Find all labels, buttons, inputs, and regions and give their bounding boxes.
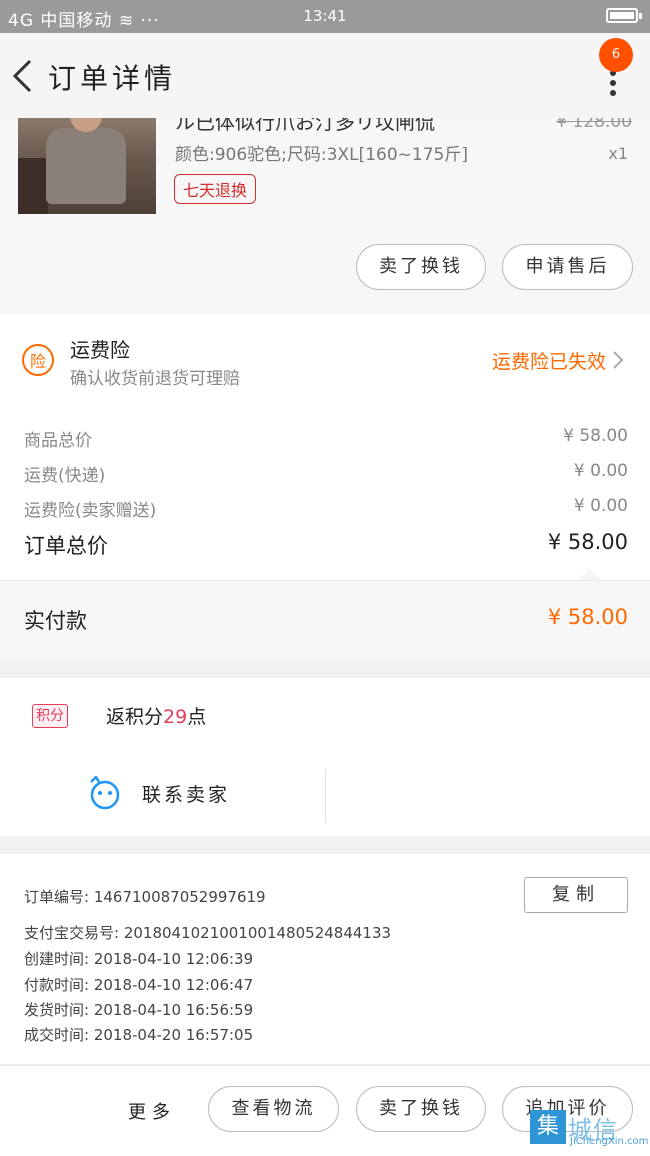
resell-button-bottom[interactable]: 卖了换钱 (356, 1086, 486, 1132)
order-total-value: ¥ 58.00 (547, 530, 628, 554)
chat-smile-icon (90, 776, 120, 810)
page-title: 订单详情 (48, 62, 177, 95)
points-section: 积分 返积分29点 联系卖家 (0, 678, 650, 836)
status-time: 13:41 (303, 7, 347, 25)
points-badge: 积分 (32, 704, 68, 728)
original-price: ¥ 128.00 (556, 118, 632, 132)
points-number: 29 (163, 706, 188, 728)
watermark-mark: 集 (530, 1110, 566, 1144)
created-time: 创建时间: 2018-04-10 12:06:39 (24, 950, 254, 968)
bottom-action-bar: 更多 查看物流 卖了换钱 追加评价 集 城信 JiChengXin.com (0, 1065, 650, 1156)
paid-time: 付款时间: 2018-04-10 12:06:47 (24, 976, 254, 994)
insurance-fee-label: 运费险(卖家赠送) (24, 501, 157, 521)
shipping-value: ¥ 0.00 (573, 461, 628, 481)
order-total-row: 订单总价 ¥ 58.00 (24, 530, 628, 560)
goods-total-row: 商品总价 ¥ 58.00 (24, 426, 628, 451)
status-bar: 4G 中国移动 ≋ ··· 13:41 (0, 0, 650, 33)
insurance-status[interactable]: 运费险已失效 (492, 347, 606, 374)
price-section: 险 运费险 确认收货前退货可理赔 运费险已失效 商品总价 ¥ 58.00 运费(… (0, 314, 650, 580)
product-spec: 颜色:906驼色;尺码:3XL[160~175斤] (175, 145, 468, 165)
paid-value: ¥ 58.00 (547, 605, 628, 629)
order-number: 订单编号: 146710087052997619 (24, 888, 266, 906)
completed-time: 成交时间: 2018-04-20 16:57:05 (24, 1026, 254, 1044)
product-card[interactable]: ル已体似行爪お汀多リ坟闸侃 颜色:906驼色;尺码:3XL[160~175斤] … (0, 118, 650, 314)
points-suffix: 点 (187, 706, 207, 728)
resell-button[interactable]: 卖了换钱 (356, 244, 486, 290)
goods-total-value: ¥ 58.00 (563, 426, 628, 446)
points-text: 返积分29点 (106, 702, 206, 729)
battery-icon (606, 8, 642, 23)
contact-divider (325, 770, 326, 822)
alipay-trade-number: 支付宝交易号: 2018041021001001480524844133 (24, 924, 392, 942)
quantity: x1 (608, 144, 628, 163)
nav-bar: 订单详情 6 (0, 33, 650, 119)
more-button[interactable]: 更多 (128, 1098, 176, 1124)
message-count-badge[interactable]: 6 (599, 38, 633, 72)
return-policy-tag: 七天退换 (174, 174, 257, 204)
product-image[interactable] (18, 118, 156, 214)
paid-label: 实付款 (24, 609, 87, 633)
chevron-right-icon[interactable] (612, 350, 624, 370)
insurance-icon: 险 (22, 344, 54, 376)
paid-amount-row: 实付款 ¥ 58.00 (0, 580, 650, 661)
insurance-fee-value: ¥ 0.00 (573, 496, 628, 516)
product-title: ル已体似行爪お汀多リ坟闸侃 (175, 118, 435, 134)
pointer-notch (578, 568, 602, 580)
shipping-label: 运费(快递) (24, 466, 106, 486)
contact-seller-label: 联系卖家 (142, 784, 231, 806)
points-prefix: 返积分 (106, 706, 164, 728)
shipped-time: 发货时间: 2018-04-10 16:56:59 (24, 1001, 254, 1019)
back-arrow-icon[interactable] (10, 58, 36, 94)
view-logistics-button[interactable]: 查看物流 (208, 1086, 339, 1132)
more-vertical-icon[interactable] (608, 69, 618, 97)
watermark-url: JiChengXin.com (570, 1136, 649, 1147)
copy-button[interactable]: 复制 (524, 877, 628, 913)
insurance-fee-row: 运费险(卖家赠送) ¥ 0.00 (24, 496, 628, 521)
goods-total-label: 商品总价 (24, 431, 92, 451)
insurance-title: 运费险 (70, 338, 130, 362)
order-info-section: 订单编号: 146710087052997619 复制 支付宝交易号: 2018… (0, 854, 650, 1064)
contact-seller-button[interactable]: 联系卖家 (0, 768, 325, 820)
shipping-row: 运费(快递) ¥ 0.00 (24, 461, 628, 486)
insurance-desc: 确认收货前退货可理赔 (70, 369, 240, 389)
after-sale-button[interactable]: 申请售后 (502, 244, 633, 290)
watermark-logo: 集 城信 JiChengXin.com (530, 1110, 649, 1147)
order-total-label: 订单总价 (24, 534, 108, 558)
